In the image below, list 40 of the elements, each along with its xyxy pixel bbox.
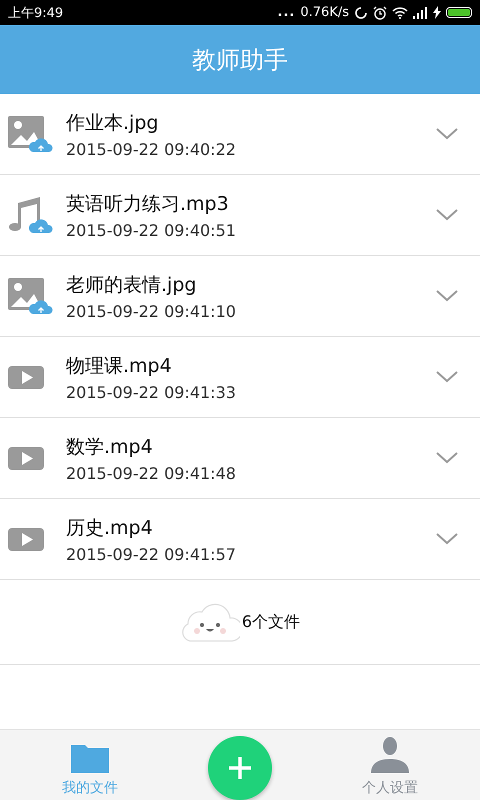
network-speed: 0.76K/s: [300, 5, 349, 20]
file-count: 6个文件: [242, 612, 300, 632]
cloud-face-icon: [180, 601, 240, 643]
chevron-down-icon[interactable]: [436, 452, 458, 464]
status-time: 上午9:49: [8, 4, 64, 22]
file-time: 2015-09-22 09:41:10: [66, 302, 237, 320]
app-title: 教师助手: [192, 44, 288, 76]
alarm-icon: [373, 6, 387, 20]
signal-icon: [413, 6, 428, 18]
file-name: 老师的表情.jpg: [66, 272, 198, 298]
chevron-down-icon[interactable]: [436, 128, 458, 140]
chevron-down-icon[interactable]: [436, 290, 458, 302]
file-row[interactable]: 作业本.jpg 2015-09-22 09:40:22: [0, 94, 480, 175]
file-row[interactable]: 数学.mp4 2015-09-22 09:41:48: [0, 418, 480, 499]
file-name: 历史.mp4: [66, 516, 154, 540]
user-icon: [371, 735, 409, 773]
chevron-down-icon[interactable]: [436, 533, 458, 545]
file-row[interactable]: 老师的表情.jpg 2015-09-22 09:41:10: [0, 256, 480, 337]
file-time: 2015-09-22 09:41:48: [66, 464, 237, 482]
file-time: 2015-09-22 09:41:33: [66, 382, 237, 402]
file-name: 英语听力练习.mp3: [66, 192, 230, 216]
file-row[interactable]: 历史.mp4 2015-09-22 09:41:57: [0, 499, 480, 580]
add-button[interactable]: [208, 736, 272, 800]
plus-icon: [227, 755, 253, 781]
file-time: 2015-09-22 09:41:57: [66, 544, 237, 564]
file-time: 2015-09-22 09:40:51: [66, 220, 237, 240]
file-time: 2015-09-22 09:40:22: [66, 140, 237, 158]
sync-icon: [354, 6, 368, 20]
folder-icon: [71, 743, 109, 773]
wifi-icon: [392, 6, 408, 19]
charging-icon: [433, 6, 441, 19]
file-name: 数学.mp4: [66, 434, 154, 460]
file-name: 作业本.jpg: [66, 110, 160, 136]
battery-icon: [446, 7, 472, 18]
chevron-down-icon[interactable]: [436, 209, 458, 221]
file-name: 物理课.mp4: [66, 354, 173, 378]
file-row[interactable]: 英语听力练习.mp3 2015-09-22 09:40:51: [0, 175, 480, 256]
status-dots: ...: [278, 6, 296, 19]
file-row[interactable]: 物理课.mp4 2015-09-22 09:41:33: [0, 337, 480, 418]
chevron-down-icon[interactable]: [436, 371, 458, 383]
